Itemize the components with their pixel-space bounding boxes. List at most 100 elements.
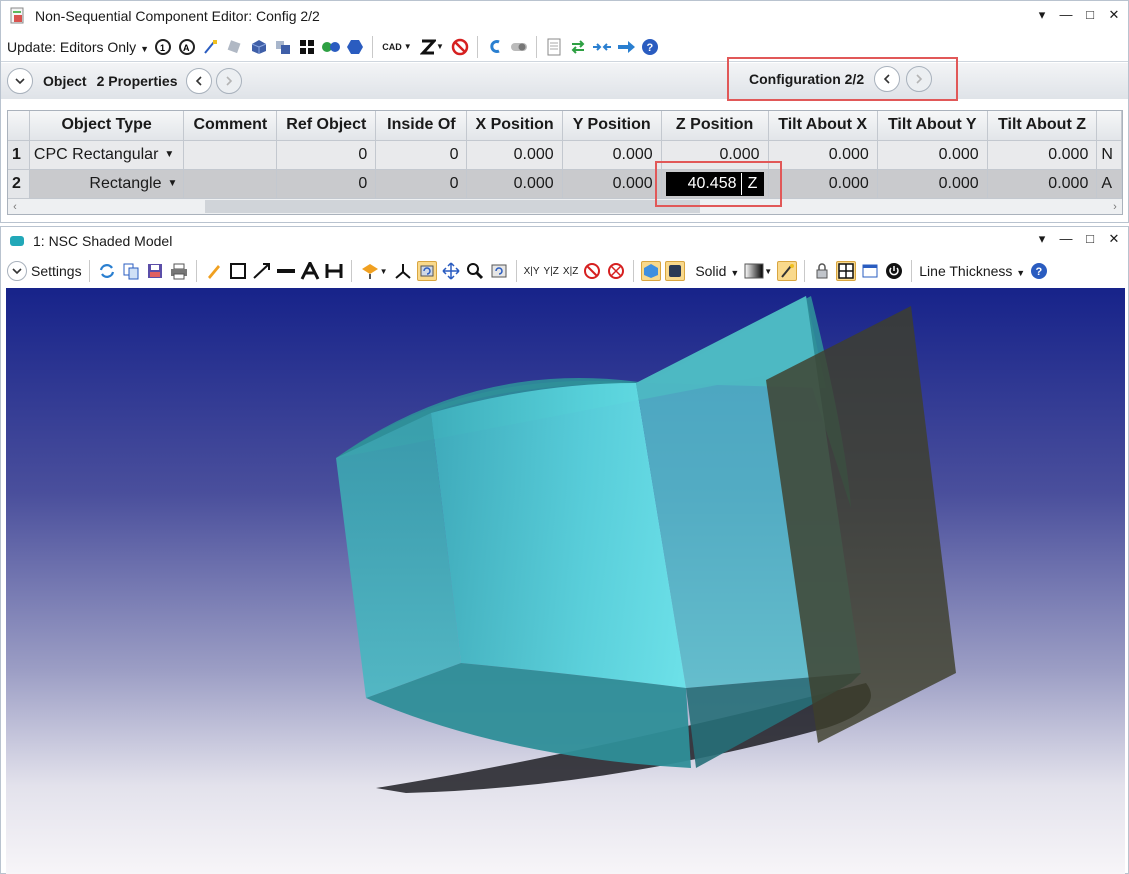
- tilt-y-cell[interactable]: 0.000: [877, 169, 988, 199]
- maximize-button[interactable]: □: [1082, 5, 1098, 25]
- scroll-right-icon[interactable]: ›: [1108, 201, 1122, 213]
- minimize-button[interactable]: —: [1058, 229, 1074, 249]
- swap-arrows-icon[interactable]: [568, 37, 588, 57]
- row-number[interactable]: 1: [8, 140, 30, 170]
- rotate-view-icon[interactable]: [416, 261, 437, 281]
- tilt-x-cell[interactable]: 0.000: [768, 140, 878, 170]
- caret-down-icon[interactable]: ▼: [167, 178, 177, 189]
- wizard-icon[interactable]: [201, 37, 221, 57]
- tilt-y-cell[interactable]: 0.000: [877, 140, 988, 170]
- corner-cell[interactable]: [8, 111, 30, 141]
- table-row[interactable]: 2 Rectangle ▼ 0 0 0.000 0.000 40.458 Z 0.…: [8, 169, 1122, 199]
- caret-down-icon[interactable]: ▼: [164, 149, 174, 160]
- gradient-dropdown[interactable]: ▼: [743, 261, 773, 281]
- reset-view-icon[interactable]: [489, 261, 509, 281]
- help-icon[interactable]: ?: [1029, 261, 1049, 281]
- background-mode-icon[interactable]: [665, 261, 686, 281]
- window-layout-icon[interactable]: [860, 261, 880, 281]
- y-position-cell[interactable]: 0.000: [562, 169, 662, 199]
- view-xz-button[interactable]: X|Z: [563, 266, 578, 277]
- shaded-model-viewport[interactable]: [6, 288, 1125, 874]
- next-configuration-button[interactable]: [906, 66, 933, 92]
- ref-object-cell[interactable]: 0: [276, 140, 377, 170]
- object-type-cell[interactable]: CPC Rectangular ▼: [29, 140, 185, 170]
- dimension-tool-icon[interactable]: [324, 261, 344, 281]
- spheres-icon[interactable]: [321, 37, 341, 57]
- arrow-right-icon[interactable]: [616, 37, 636, 57]
- update-all-icon[interactable]: A: [177, 37, 197, 57]
- copy-icon[interactable]: [121, 261, 141, 281]
- column-header[interactable]: Y Position: [562, 111, 662, 141]
- toggle-icon[interactable]: [509, 37, 529, 57]
- ref-object-cell[interactable]: 0: [276, 169, 377, 199]
- no-rays-icon[interactable]: [582, 261, 602, 281]
- view-orientation-dropdown[interactable]: ▼: [359, 261, 389, 281]
- tilt-z-cell[interactable]: 0.000: [987, 140, 1098, 170]
- scroll-left-icon[interactable]: ‹: [8, 201, 22, 213]
- cubes-icon[interactable]: [273, 37, 293, 57]
- column-header[interactable]: Tilt About Y: [877, 111, 988, 141]
- update-icon[interactable]: 1: [153, 37, 173, 57]
- scrollbar-thumb[interactable]: [205, 200, 700, 213]
- grid-icon[interactable]: [297, 37, 317, 57]
- refresh-icon[interactable]: [97, 261, 117, 281]
- previous-configuration-button[interactable]: [874, 66, 901, 92]
- cad-dropdown[interactable]: CAD ▼: [380, 37, 414, 57]
- no-objects-icon[interactable]: [606, 261, 626, 281]
- pencil-icon[interactable]: [204, 261, 224, 281]
- zoom-icon[interactable]: [465, 261, 485, 281]
- lock-icon[interactable]: [812, 261, 832, 281]
- tilt-z-cell[interactable]: 0.000: [987, 169, 1098, 199]
- inside-of-cell[interactable]: 0: [375, 169, 468, 199]
- settings-toggle-button[interactable]: [7, 261, 27, 281]
- pan-icon[interactable]: [441, 261, 461, 281]
- comment-cell[interactable]: [183, 140, 278, 170]
- inside-of-cell[interactable]: 0: [375, 140, 468, 170]
- text-tool-icon[interactable]: [300, 261, 320, 281]
- view-yz-button[interactable]: Y|Z: [544, 266, 559, 277]
- window-menu-button[interactable]: ▾: [1034, 5, 1050, 25]
- window-menu-button[interactable]: ▾: [1034, 229, 1050, 249]
- save-icon[interactable]: [145, 261, 165, 281]
- horizontal-scrollbar[interactable]: ‹ ›: [8, 199, 1122, 214]
- tilt-x-cell[interactable]: 0.000: [768, 169, 878, 199]
- collapse-button[interactable]: [7, 68, 33, 94]
- column-header[interactable]: Comment: [183, 111, 278, 141]
- update-dropdown[interactable]: Update: Editors Only ▼: [7, 39, 149, 55]
- axes-icon[interactable]: [393, 261, 413, 281]
- column-header[interactable]: X Position: [466, 111, 563, 141]
- column-header[interactable]: Tilt About Z: [987, 111, 1098, 141]
- close-button[interactable]: ✕: [1106, 5, 1122, 25]
- notes-icon[interactable]: [544, 37, 564, 57]
- overflow-cell[interactable]: N: [1096, 140, 1122, 170]
- settings-label[interactable]: Settings: [31, 263, 82, 279]
- previous-object-button[interactable]: [185, 68, 212, 94]
- column-header[interactable]: Inside Of: [375, 111, 468, 141]
- close-button[interactable]: ✕: [1106, 229, 1122, 249]
- object-type-cell[interactable]: Rectangle ▼: [29, 169, 185, 199]
- power-icon[interactable]: [884, 261, 904, 281]
- rectangle-tool-icon[interactable]: [228, 261, 248, 281]
- print-icon[interactable]: [169, 261, 189, 281]
- next-object-button[interactable]: [215, 68, 242, 94]
- line-tool-icon[interactable]: [276, 261, 296, 281]
- help-icon[interactable]: ?: [640, 37, 660, 57]
- object-properties-icon[interactable]: [225, 37, 245, 57]
- x-position-cell[interactable]: 0.000: [466, 140, 563, 170]
- x-position-cell[interactable]: 0.000: [466, 169, 563, 199]
- minimize-button[interactable]: —: [1058, 5, 1074, 25]
- column-header[interactable]: Tilt About X: [768, 111, 878, 141]
- magic-wand-icon[interactable]: [777, 261, 798, 281]
- maximize-button[interactable]: □: [1082, 229, 1098, 249]
- row-number[interactable]: 2: [8, 169, 30, 199]
- overflow-cell[interactable]: A: [1096, 169, 1122, 199]
- stop-icon[interactable]: [450, 37, 470, 57]
- cube-icon[interactable]: [249, 37, 269, 57]
- view-xy-button[interactable]: X|Y: [524, 266, 540, 277]
- zemax-z-dropdown[interactable]: ▼: [418, 37, 446, 57]
- line-thickness-dropdown[interactable]: Line Thickness ▼: [919, 263, 1025, 279]
- column-header[interactable]: Z Position: [661, 111, 769, 141]
- undo-icon[interactable]: [485, 37, 505, 57]
- y-position-cell[interactable]: 0.000: [562, 140, 662, 170]
- layout-icon[interactable]: [836, 261, 857, 281]
